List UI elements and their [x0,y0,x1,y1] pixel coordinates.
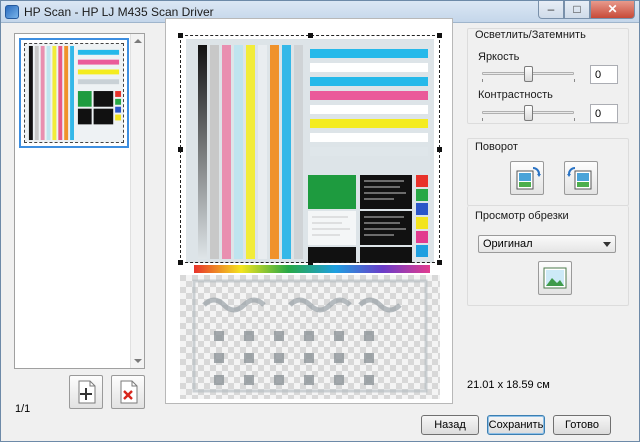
contrast-slider-thumb[interactable] [524,105,533,121]
crop-handle-bottom-left[interactable] [178,260,183,265]
scan-window: HP Scan - HP LJ M435 Scan Driver – □ ✕ 1… [0,0,640,442]
rotate-left-button[interactable] [510,161,544,195]
crop-handle-right[interactable] [437,147,442,152]
crop-preview-selected: Оригинал [483,238,533,250]
page-thumbnail[interactable] [19,38,129,148]
window-title: HP Scan - HP LJ M435 Scan Driver [24,5,214,19]
crop-preview-title: Просмотр обрезки [475,210,569,222]
brightness-value-field[interactable] [590,65,618,84]
crop-handle-top[interactable] [308,33,313,38]
contrast-tick [574,118,575,121]
contrast-label: Контрастность [478,89,553,101]
scan-dimensions: 21.01 x 18.59 см [467,379,550,391]
brightness-group-title: Осветлить/Затемнить [475,29,586,41]
brightness-contrast-group: Осветлить/Затемнить Яркость Контрастност… [467,28,629,124]
crop-selection-box[interactable] [178,33,442,265]
crop-handle-top-left[interactable] [178,33,183,38]
hp-scan-icon [5,5,19,19]
rotation-group: Поворот [467,138,629,206]
scan-preview-area[interactable] [165,18,453,404]
thumbnail-image [24,43,124,143]
delete-page-icon [120,380,138,404]
thumbnail-list[interactable] [14,33,145,369]
maximize-button[interactable]: □ [564,1,590,19]
brightness-tick [482,79,483,82]
crop-handle-left[interactable] [178,147,183,152]
crop-preview-image-icon [543,267,567,289]
close-button[interactable]: ✕ [590,1,635,19]
dropdown-arrow-icon [603,242,611,247]
thumbnail-scrollbar[interactable] [130,34,144,368]
rotate-right-icon [567,167,592,190]
rotate-left-icon [516,167,541,190]
scroll-up-arrow-icon[interactable] [134,39,142,43]
contrast-value-field[interactable] [590,104,618,123]
scroll-down-arrow-icon[interactable] [134,359,142,363]
back-button[interactable]: Назад [421,415,479,435]
rotation-group-title: Поворот [475,141,518,153]
add-page-button[interactable] [69,375,103,409]
crop-preview-group: Просмотр обрезки Оригинал [467,206,629,306]
rotate-right-button[interactable] [564,161,598,195]
crop-handle-bottom-right[interactable] [437,260,442,265]
thumbnail-target-graphic [25,44,123,142]
add-page-icon [78,380,96,404]
brightness-tick [574,79,575,82]
delete-page-button[interactable] [111,375,145,409]
done-button[interactable]: Готово [553,415,611,435]
page-counter: 1/1 [15,403,31,415]
brightness-slider-thumb[interactable] [524,66,533,82]
crop-handle-top-right[interactable] [437,33,442,38]
save-button[interactable]: Сохранить [487,415,545,435]
minimize-button[interactable]: – [538,1,564,19]
contrast-tick [482,118,483,121]
crop-preview-button[interactable] [538,261,572,295]
crop-handle-bottom[interactable] [308,260,313,265]
crop-preview-dropdown[interactable]: Оригинал [478,235,616,253]
brightness-label: Яркость [478,51,520,63]
